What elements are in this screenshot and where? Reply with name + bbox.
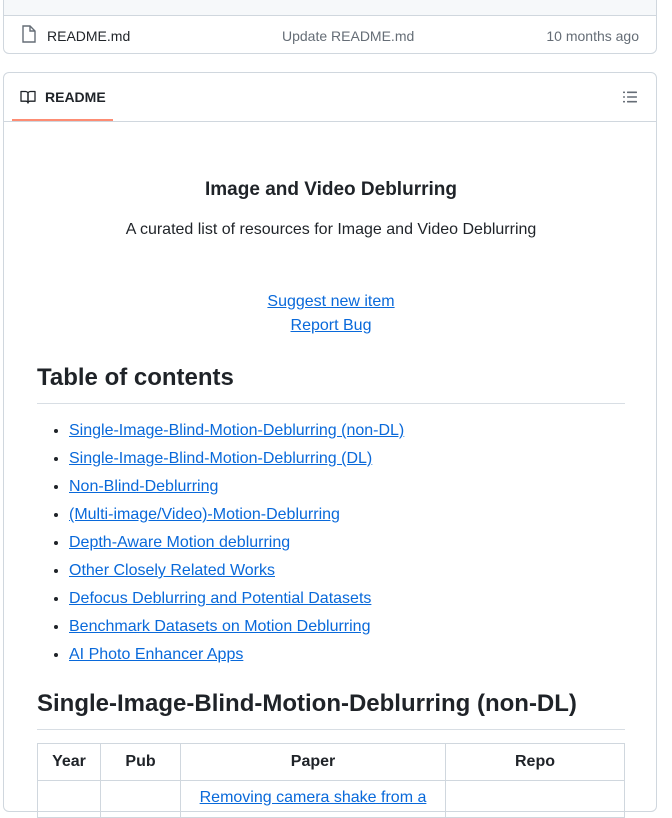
- toc-link[interactable]: AI Photo Enhancer Apps: [69, 646, 243, 663]
- section-heading: Single-Image-Blind-Motion-Deblurring (no…: [37, 689, 625, 730]
- toc-link[interactable]: Single-Image-Blind-Motion-Deblurring (DL…: [69, 450, 372, 467]
- report-bug-link[interactable]: Report Bug: [291, 317, 372, 334]
- toc-link[interactable]: Non-Blind-Deblurring: [69, 478, 218, 495]
- toc-link[interactable]: Single-Image-Blind-Motion-Deblurring (no…: [69, 422, 404, 439]
- column-header-paper: Paper: [180, 743, 446, 781]
- readme-tab-label: README: [45, 89, 106, 105]
- suggest-item-wrapper: Suggest new item: [37, 293, 625, 311]
- file-list-header: [4, 0, 656, 16]
- table-cell-year: [37, 780, 101, 818]
- column-header-repo: Repo: [445, 743, 625, 781]
- toc-link[interactable]: Other Closely Related Works: [69, 562, 275, 579]
- column-header-pub: Pub: [100, 743, 181, 781]
- table-header-row: Year Pub Paper Repo: [37, 743, 625, 781]
- paper-link[interactable]: Removing camera shake from a: [200, 789, 427, 806]
- list-item: Single-Image-Blind-Motion-Deblurring (no…: [69, 417, 404, 445]
- toc-link[interactable]: Defocus Deblurring and Potential Dataset…: [69, 590, 371, 607]
- table-cell-paper: Removing camera shake from a: [180, 780, 446, 818]
- list-item: Defocus Deblurring and Potential Dataset…: [69, 585, 404, 613]
- column-header-year: Year: [37, 743, 101, 781]
- readme-panel: README Image and Video Deblurring A cura…: [3, 72, 657, 818]
- list-item: Other Closely Related Works: [69, 557, 404, 585]
- papers-table: Year Pub Paper Repo Removing camera shak…: [37, 743, 625, 818]
- commit-age: 10 months ago: [546, 28, 639, 44]
- toc-link[interactable]: (Multi-image/Video)-Motion-Deblurring: [69, 506, 340, 523]
- list-item: AI Photo Enhancer Apps: [69, 641, 404, 669]
- list-item: Non-Blind-Deblurring: [69, 473, 404, 501]
- list-item: (Multi-image/Video)-Motion-Deblurring: [69, 501, 404, 529]
- table-cell-pub: [100, 780, 181, 818]
- suggest-new-item-link[interactable]: Suggest new item: [267, 293, 394, 310]
- book-icon: [20, 90, 36, 104]
- outline-list-icon[interactable]: [622, 89, 638, 105]
- toc-heading: Table of contents: [37, 363, 625, 404]
- file-list-box: README.md Update README.md 10 months ago: [3, 0, 657, 54]
- table-cell-repo: [445, 780, 625, 818]
- toc-list: Single-Image-Blind-Motion-Deblurring (no…: [37, 417, 404, 669]
- list-item: Benchmark Datasets on Motion Deblurring: [69, 613, 404, 641]
- report-bug-wrapper: Report Bug: [37, 317, 625, 335]
- file-name-link[interactable]: README.md: [47, 28, 130, 44]
- toc-link[interactable]: Depth-Aware Motion deblurring: [69, 534, 290, 551]
- file-row-readme[interactable]: README.md Update README.md 10 months ago: [4, 16, 656, 53]
- commit-message-link[interactable]: Update README.md: [282, 28, 414, 44]
- readme-subtitle: A curated list of resources for Image an…: [125, 221, 537, 238]
- file-icon: [22, 25, 36, 43]
- table-row: Removing camera shake from a: [37, 780, 625, 818]
- readme-title: Image and Video Deblurring: [205, 179, 457, 200]
- toc-link[interactable]: Benchmark Datasets on Motion Deblurring: [69, 618, 370, 635]
- list-item: Depth-Aware Motion deblurring: [69, 529, 404, 557]
- tab-readme[interactable]: README: [12, 73, 113, 121]
- readme-header: README: [4, 73, 656, 122]
- list-item: Single-Image-Blind-Motion-Deblurring (DL…: [69, 445, 404, 473]
